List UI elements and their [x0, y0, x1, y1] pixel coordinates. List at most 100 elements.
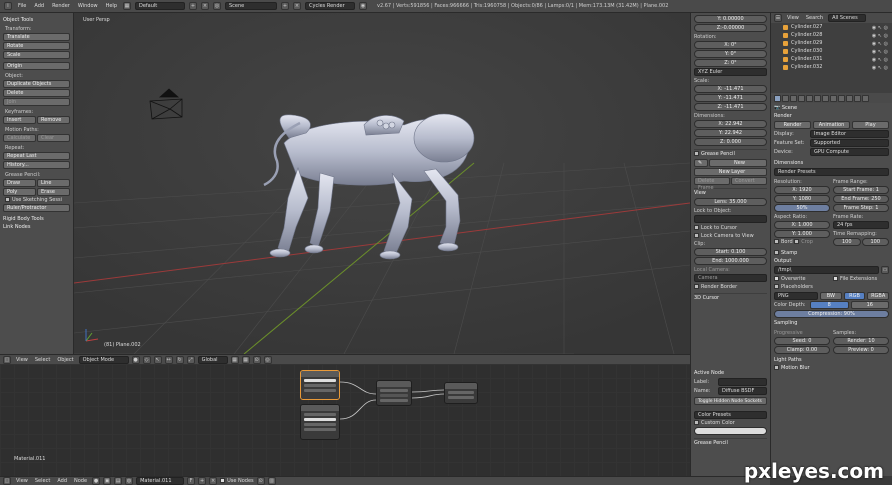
rotation-mode-selector[interactable]: XYZ Euler [694, 68, 767, 76]
repeat-last-button[interactable]: Repeat Last [3, 152, 70, 160]
node-editor[interactable]: Material.011 [0, 364, 690, 476]
add-scene-icon[interactable]: + [281, 2, 289, 10]
toggle-hidden-sockets-button[interactable]: Toggle Hidden Node Sockets [694, 397, 767, 405]
render-engine-selector[interactable]: Cycles Render [305, 2, 355, 10]
layout-selector[interactable]: Default [135, 2, 185, 10]
active-node-panel[interactable]: Active Node [694, 369, 767, 376]
calculate-button[interactable]: Calculate [3, 134, 36, 142]
start-frame-field[interactable]: Start Frame: 1 [833, 186, 889, 194]
line-button[interactable]: Line [37, 179, 70, 187]
convert-button[interactable]: Convert [731, 177, 767, 185]
visibility-icons[interactable]: ◉ ↖ ◎ [866, 56, 888, 63]
file-extensions-checkbox[interactable] [833, 276, 838, 281]
menu-file[interactable]: File [16, 3, 28, 9]
end-frame-field[interactable]: End Frame: 250 [833, 195, 889, 203]
use-nodes-checkbox[interactable] [220, 478, 226, 483]
display-selector[interactable]: Image Editor [810, 130, 889, 138]
outliner-row[interactable]: Cylinder.032 ◉ ↖ ◎ [771, 63, 892, 71]
light-paths-panel-header[interactable]: Light Paths [774, 357, 889, 363]
node-editor-type-icon[interactable]: ◫ [3, 477, 11, 485]
outliner[interactable]: ☰ View Search All Scenes Cylinder.027 ◉ ↖… [770, 13, 892, 93]
sketching-checkbox[interactable] [5, 197, 10, 202]
device-selector[interactable]: GPU Compute [810, 148, 889, 156]
poly-button[interactable]: Poly [3, 188, 36, 196]
dimension-y-field[interactable]: Y: 22.942 [694, 129, 767, 137]
remap-old-field[interactable]: 100 [833, 238, 861, 246]
clip-end-field[interactable]: End: 1000.000 [694, 257, 767, 265]
select-menu[interactable]: Select [33, 357, 52, 363]
feature-set-selector[interactable]: Supported [810, 139, 889, 147]
translate-button[interactable]: Translate [3, 33, 70, 41]
node-menu[interactable]: Node [72, 478, 89, 484]
material-selector[interactable]: Material.011 [136, 477, 185, 485]
rotation-y-field[interactable]: Y: 0° [694, 50, 767, 58]
outliner-row[interactable]: Cylinder.030 ◉ ↖ ◎ [771, 47, 892, 55]
aspect-y-field[interactable]: Y: 1.000 [774, 230, 830, 238]
snap-node-icon[interactable]: ⊙ [256, 477, 265, 485]
resolution-percentage-slider[interactable]: 50% [774, 204, 830, 212]
outliner-row[interactable]: Cylinder.031 ◉ ↖ ◎ [771, 55, 892, 63]
layers-icon-2[interactable]: ▦ [241, 355, 250, 364]
use-nodes-toggle[interactable]: Use Nodes [220, 478, 254, 484]
translate-manipulator-icon[interactable]: ↔ [164, 355, 173, 364]
scale-y-field[interactable]: Y: -11.471 [694, 94, 767, 102]
progressive-label[interactable]: Progressive [774, 330, 830, 336]
rotate-button[interactable]: Rotate [3, 42, 70, 50]
material-icon[interactable]: ◍ [125, 477, 134, 485]
unlink-material-icon[interactable]: × [209, 477, 218, 485]
clear-button[interactable]: Clear [37, 134, 70, 142]
remove-keyframe-button[interactable]: Remove [37, 116, 70, 124]
outliner-type-icon[interactable]: ☰ [774, 14, 782, 22]
node-view-menu[interactable]: View [14, 478, 30, 484]
lens-field[interactable]: Lens: 35.000 [694, 198, 767, 206]
render-border-checkbox[interactable] [694, 284, 699, 289]
backdrop-icon[interactable]: ▥ [267, 477, 276, 485]
outliner-view-menu[interactable]: View [785, 15, 801, 21]
visibility-icons[interactable]: ◉ ↖ ◎ [866, 40, 888, 47]
seed-field[interactable]: Seed: 0 [774, 337, 830, 345]
transform-orientation-selector[interactable]: Global [197, 355, 228, 364]
object-menu[interactable]: Object [55, 357, 75, 363]
grease-pencil-panel[interactable]: Grease Pencil [694, 149, 767, 157]
duplicate-objects-button[interactable]: Duplicate Objects [3, 80, 70, 88]
node-label-field[interactable] [718, 378, 767, 386]
scale-x-field[interactable]: X: -11.471 [694, 85, 767, 93]
menu-help[interactable]: Help [104, 3, 119, 9]
tools-panel-title[interactable]: Object Tools [3, 17, 70, 23]
lock-object-field[interactable] [694, 215, 767, 223]
overwrite-checkbox[interactable] [774, 276, 779, 281]
aspect-x-field[interactable]: X: 1.000 [774, 221, 830, 229]
render-preview-icon[interactable]: ◎ [263, 355, 272, 364]
visibility-icons[interactable]: ◉ ↖ ◎ [866, 24, 888, 31]
history-button[interactable]: History... [3, 161, 70, 169]
pencil-icon[interactable]: ✎ [694, 159, 708, 167]
menu-add[interactable]: Add [32, 3, 46, 9]
sampling-panel-header[interactable]: Sampling [774, 320, 889, 326]
delete-frame-button[interactable]: Delete Frame [694, 177, 730, 191]
stamp-panel-header[interactable]: Stamp [774, 250, 889, 256]
menu-render[interactable]: Render [50, 3, 72, 9]
visibility-icons[interactable]: ◉ ↖ ◎ [866, 64, 888, 71]
bw-button[interactable]: BW [820, 292, 842, 300]
view-menu[interactable]: View [14, 357, 30, 363]
output-path-field[interactable]: /tmp\ [774, 266, 879, 274]
data-tab-icon[interactable] [830, 94, 837, 102]
frame-rate-selector[interactable]: 24 fps [833, 221, 889, 229]
delete-button[interactable]: Delete [3, 89, 70, 97]
depth-8-button[interactable]: 8 [810, 301, 849, 309]
3d-viewport[interactable]: User Persp (81) Plane.002 [74, 13, 690, 354]
visibility-icons[interactable]: ◉ ↖ ◎ [866, 48, 888, 55]
outliner-row[interactable]: Cylinder.029 ◉ ↖ ◎ [771, 39, 892, 47]
custom-color-checkbox[interactable] [694, 420, 699, 425]
physics-tab-icon[interactable] [862, 94, 869, 102]
layers-icon[interactable]: ▦ [230, 355, 239, 364]
frame-step-field[interactable]: Frame Step: 1 [833, 204, 889, 212]
link-nodes-panel[interactable]: Link Nodes [3, 224, 70, 230]
local-camera-field[interactable]: Camera [694, 274, 767, 282]
location-y-field[interactable]: Y: 0.00000 [694, 15, 767, 23]
sketching-session-toggle[interactable]: Use Sketching Sessi [5, 197, 70, 203]
outliner-search-menu[interactable]: Search [804, 15, 825, 21]
depth-16-button[interactable]: 16 [850, 301, 889, 309]
grease-pencil-checkbox[interactable] [694, 151, 699, 156]
preview-samples-field[interactable]: Preview: 0 [833, 346, 889, 354]
